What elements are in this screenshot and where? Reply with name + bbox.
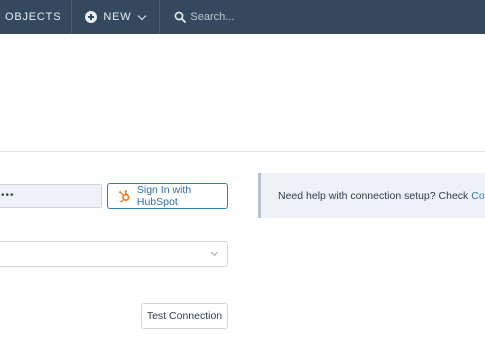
token-field[interactable]: ••• (0, 184, 102, 208)
search-input[interactable]: Search... (160, 0, 234, 34)
hubspot-signin-button[interactable]: Sign In with HubSpot (107, 183, 228, 209)
nav-new-label: NEW (103, 11, 132, 23)
test-connection-label: Test Connection (146, 310, 223, 322)
hubspot-sprocket-icon (119, 190, 130, 203)
top-navigation-bar: OBJECTS NEW Search... (0, 0, 485, 34)
nav-objects-label: OBJECTS (5, 11, 62, 23)
search-placeholder: Search... (190, 11, 235, 23)
token-field-value: ••• (1, 190, 15, 201)
help-callout: Need help with connection setup? Check C… (258, 173, 485, 218)
help-text: Need help with connection setup? Check (278, 189, 469, 202)
nav-objects[interactable]: OBJECTS (0, 0, 73, 34)
plus-circle-icon (85, 11, 98, 23)
page: OBJECTS NEW Search... ••• Sign In with H… (0, 0, 485, 360)
chevron-down-icon (138, 11, 147, 20)
search-icon (175, 11, 187, 23)
chevron-down-icon (210, 248, 219, 257)
section-divider (0, 151, 485, 152)
help-link[interactable]: Connectin (471, 190, 485, 202)
hubspot-signin-label: Sign In with HubSpot (136, 184, 192, 208)
connection-select[interactable] (0, 241, 228, 267)
nav-new-menu[interactable]: NEW (72, 0, 161, 34)
test-connection-button[interactable]: Test Connection (141, 303, 228, 329)
